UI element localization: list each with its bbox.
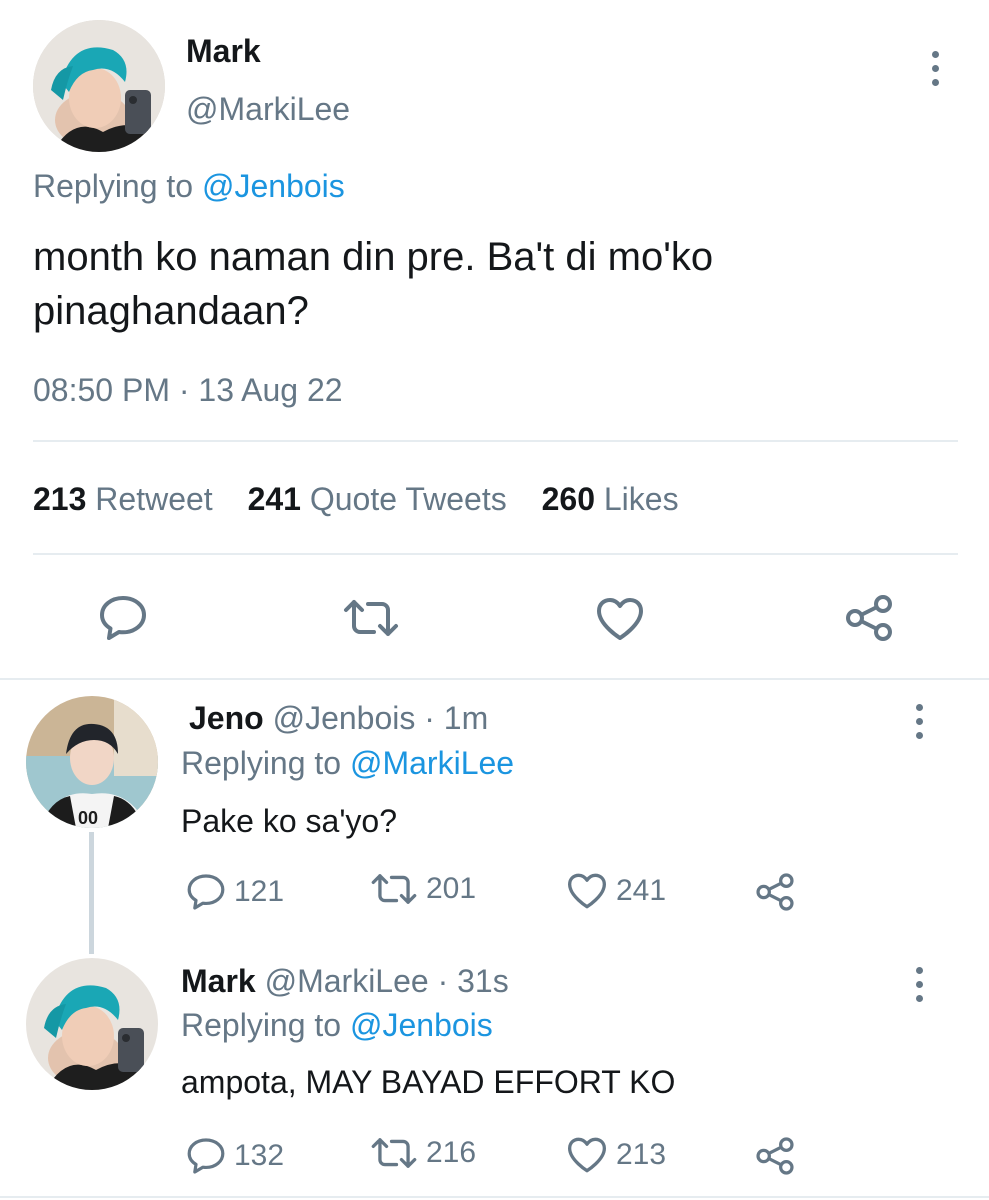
author-avatar[interactable] xyxy=(33,20,165,152)
retweet-button[interactable] xyxy=(342,598,400,643)
share-button[interactable] xyxy=(843,594,895,647)
divider xyxy=(33,440,958,442)
author-handle[interactable]: @MarkiLee xyxy=(186,91,350,128)
more-options-icon[interactable] xyxy=(912,967,926,1002)
share-icon xyxy=(756,873,794,911)
reply-time: · 1m xyxy=(424,700,489,736)
reply-header: Mark @MarkiLee · 31s xyxy=(181,963,509,1000)
tweet-text-line: pinaghandaan? xyxy=(33,289,309,333)
more-options-icon[interactable] xyxy=(928,51,942,86)
reply-avatar[interactable] xyxy=(26,958,158,1090)
like-button[interactable]: 213 xyxy=(566,1136,666,1174)
retweet-stat[interactable]: 213 Retweet xyxy=(33,481,222,517)
reply-avatar[interactable]: 00 xyxy=(26,696,158,828)
tweet-text-line: month ko naman din pre. Ba't di mo'ko xyxy=(33,235,714,279)
tweet-stats: 213 Retweet 241 Quote Tweets 260 Likes xyxy=(33,481,679,518)
reply-button[interactable] xyxy=(98,594,148,647)
like-count: 241 xyxy=(616,874,667,907)
replying-prefix: Replying to xyxy=(181,745,342,781)
tweet-text: month ko naman din pre. Ba't di mo'ko pi… xyxy=(33,230,713,338)
reply-author-name[interactable]: Jeno xyxy=(189,700,264,736)
likes-stat[interactable]: 260 Likes xyxy=(542,481,679,517)
retweet-count: 201 xyxy=(426,872,477,905)
author-name[interactable]: Mark xyxy=(186,33,261,70)
reply-text: Pake ko sa'yo? xyxy=(181,803,398,839)
retweet-button[interactable]: 201 xyxy=(370,872,476,906)
like-icon xyxy=(568,1137,606,1173)
divider xyxy=(0,678,989,680)
reply-icon xyxy=(187,874,225,910)
replying-prefix: Replying to xyxy=(33,168,194,204)
share-icon xyxy=(756,1137,794,1175)
share-button[interactable] xyxy=(754,872,796,912)
retweet-label: Retweet xyxy=(95,481,213,517)
thread-line xyxy=(89,832,94,954)
retweet-button[interactable]: 216 xyxy=(370,1136,476,1170)
retweet-icon xyxy=(371,874,417,904)
like-count: 213 xyxy=(616,1138,667,1171)
svg-text:00: 00 xyxy=(78,808,98,828)
quote-stat[interactable]: 241 Quote Tweets xyxy=(248,481,516,517)
like-button[interactable]: 241 xyxy=(566,872,666,910)
retweet-count: 213 xyxy=(33,481,87,517)
share-icon xyxy=(846,595,892,641)
like-icon xyxy=(597,598,643,640)
reply-author-handle[interactable]: @Jenbois xyxy=(273,700,416,736)
replying-prefix: Replying to xyxy=(181,1007,342,1043)
more-options-icon[interactable] xyxy=(912,704,926,739)
reply-count: 121 xyxy=(234,875,285,908)
replying-to: Replying to @Jenbois xyxy=(33,168,345,205)
reply-author-handle[interactable]: @MarkiLee xyxy=(265,963,429,999)
retweet-icon xyxy=(344,600,398,636)
reply-text: ampota, MAY BAYAD EFFORT KO xyxy=(181,1064,676,1100)
reply-button[interactable]: 121 xyxy=(186,872,284,912)
reply-author-name[interactable]: Mark xyxy=(181,963,256,999)
reply-header: Jeno @Jenbois · 1m xyxy=(189,700,488,737)
replying-to-link[interactable]: @MarkiLee xyxy=(350,745,514,781)
replying-to-link[interactable]: @Jenbois xyxy=(350,1007,493,1043)
divider xyxy=(33,553,958,555)
like-icon xyxy=(568,873,606,909)
quote-count: 241 xyxy=(247,481,301,517)
retweet-count: 216 xyxy=(426,1136,477,1169)
retweet-icon xyxy=(371,1138,417,1168)
reply-time: · 31s xyxy=(437,963,509,999)
reply-count: 132 xyxy=(234,1139,285,1172)
replying-to: Replying to @MarkiLee xyxy=(181,745,514,782)
reply-button[interactable]: 132 xyxy=(186,1136,284,1176)
likes-label: Likes xyxy=(603,481,679,517)
like-button[interactable] xyxy=(595,596,645,647)
reply-icon xyxy=(187,1138,225,1174)
replying-to-link[interactable]: @Jenbois xyxy=(202,168,345,204)
share-button[interactable] xyxy=(754,1136,796,1176)
divider xyxy=(0,1196,989,1198)
reply-icon xyxy=(100,596,146,640)
quote-label: Quote Tweets xyxy=(309,481,507,517)
tweet-timestamp: 08:50 PM · 13 Aug 22 xyxy=(33,372,343,408)
likes-count: 260 xyxy=(541,481,595,517)
replying-to: Replying to @Jenbois xyxy=(181,1007,493,1044)
